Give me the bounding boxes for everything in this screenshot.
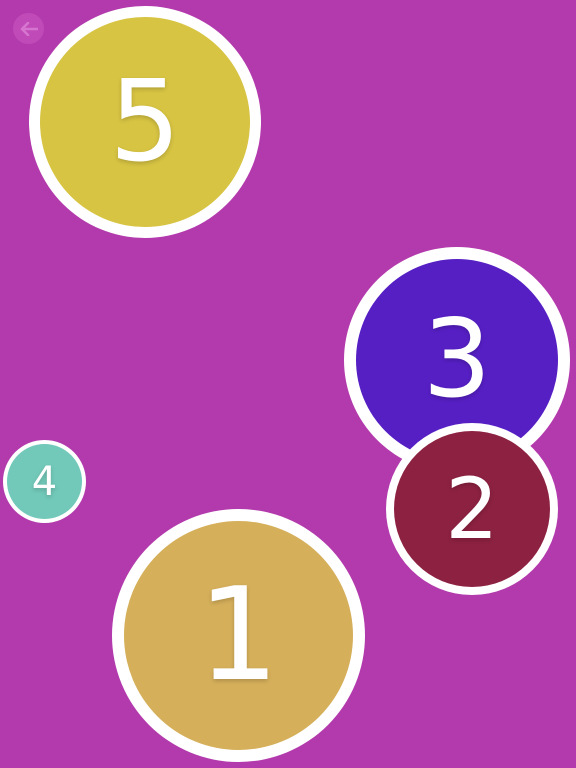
bubble-4[interactable]: 4 [3,440,86,523]
bubble-2[interactable]: 2 [386,423,558,595]
bubble-1-number: 1 [197,560,280,710]
back-button[interactable] [13,13,44,44]
bubble-5-number: 5 [109,57,181,187]
game-screen: { "background_color": "#b33aac", "back_b… [0,0,576,768]
arrow-left-icon [20,21,38,36]
bubble-2-number: 2 [445,460,499,558]
bubble-1[interactable]: 1 [112,509,365,762]
bubble-5[interactable]: 5 [29,6,261,238]
bubble-4-number: 4 [31,458,58,505]
bubble-3-number: 3 [422,297,492,422]
